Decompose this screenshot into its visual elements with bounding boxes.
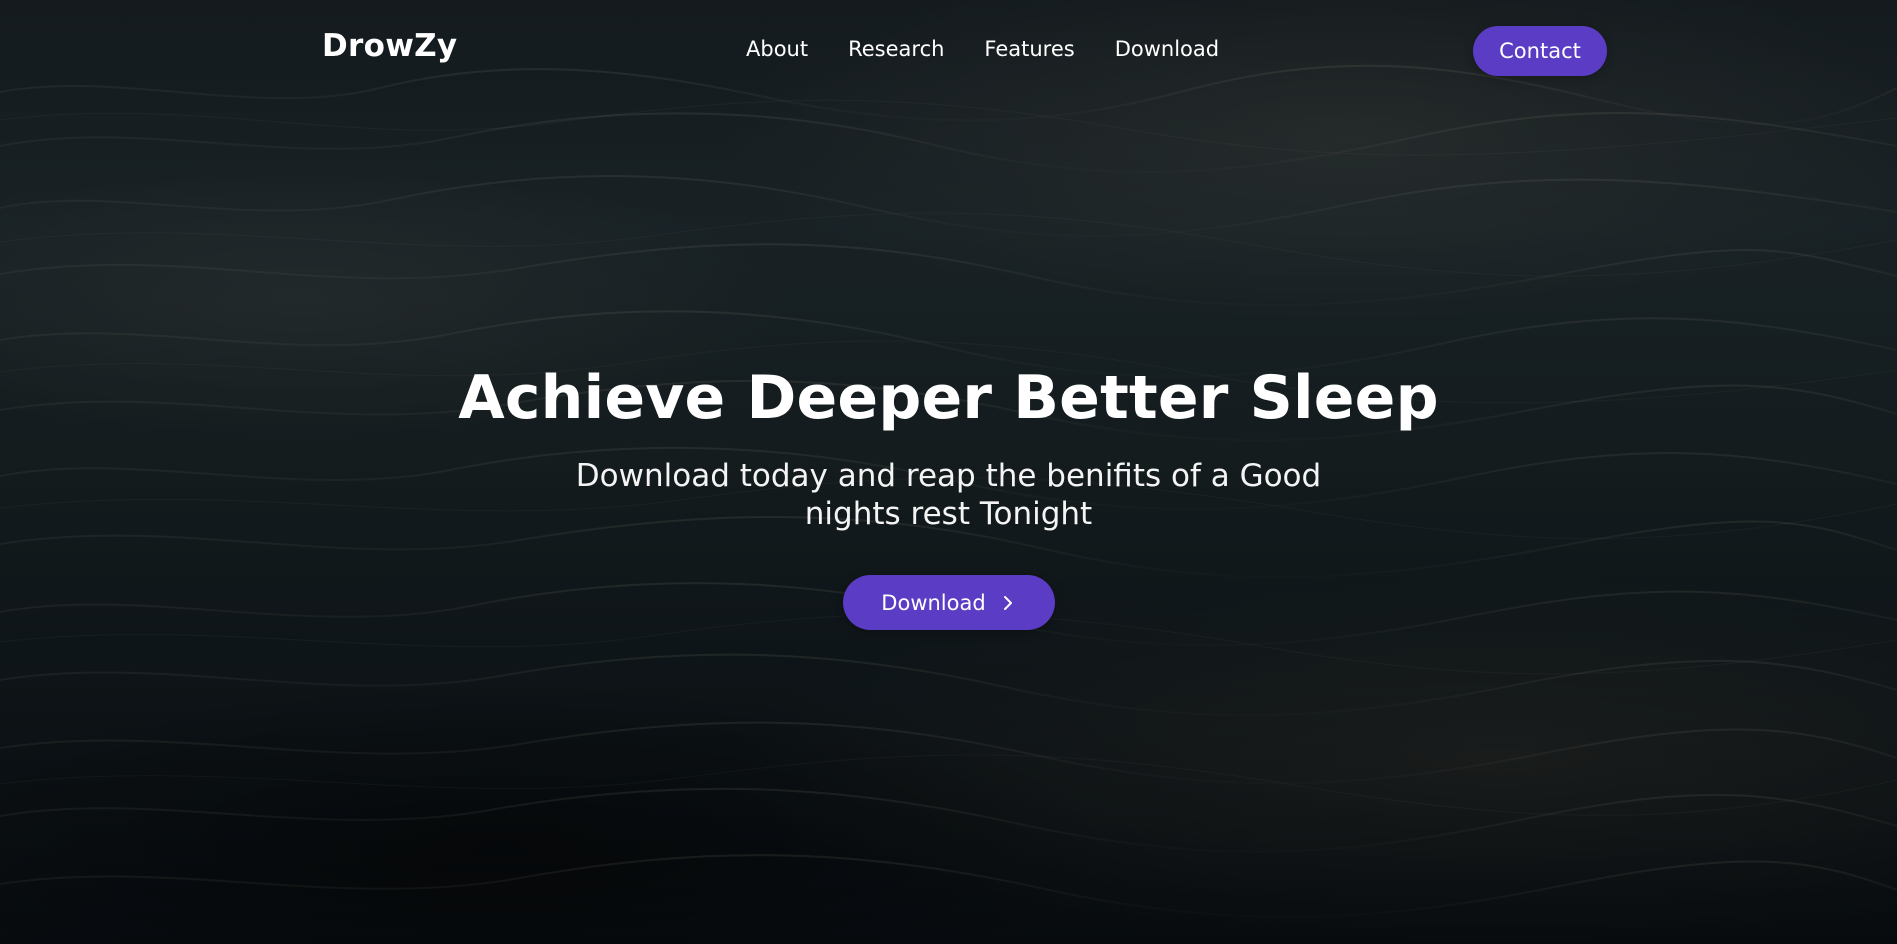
main-nav-links: About Research Features Download xyxy=(746,39,1219,60)
nav-link-download[interactable]: Download xyxy=(1115,39,1219,60)
brand-logo-text[interactable]: DrowZy xyxy=(322,31,457,62)
hero-section: DrowZy About Research Features Download … xyxy=(0,0,1897,944)
nav-link-about[interactable]: About xyxy=(746,39,808,60)
chevron-right-icon xyxy=(1003,595,1012,610)
download-button-label: Download xyxy=(881,590,986,615)
nav-link-research[interactable]: Research xyxy=(848,39,944,60)
top-navigation: DrowZy About Research Features Download … xyxy=(0,0,1897,104)
hero-title: Achieve Deeper Better Sleep xyxy=(458,363,1439,433)
hero-content: Achieve Deeper Better Sleep Download tod… xyxy=(0,365,1897,630)
hero-subtitle: Download today and reap the benifits of … xyxy=(575,458,1322,532)
contact-button[interactable]: Contact xyxy=(1473,26,1607,76)
nav-link-features[interactable]: Features xyxy=(984,39,1074,60)
download-button[interactable]: Download xyxy=(842,575,1055,630)
